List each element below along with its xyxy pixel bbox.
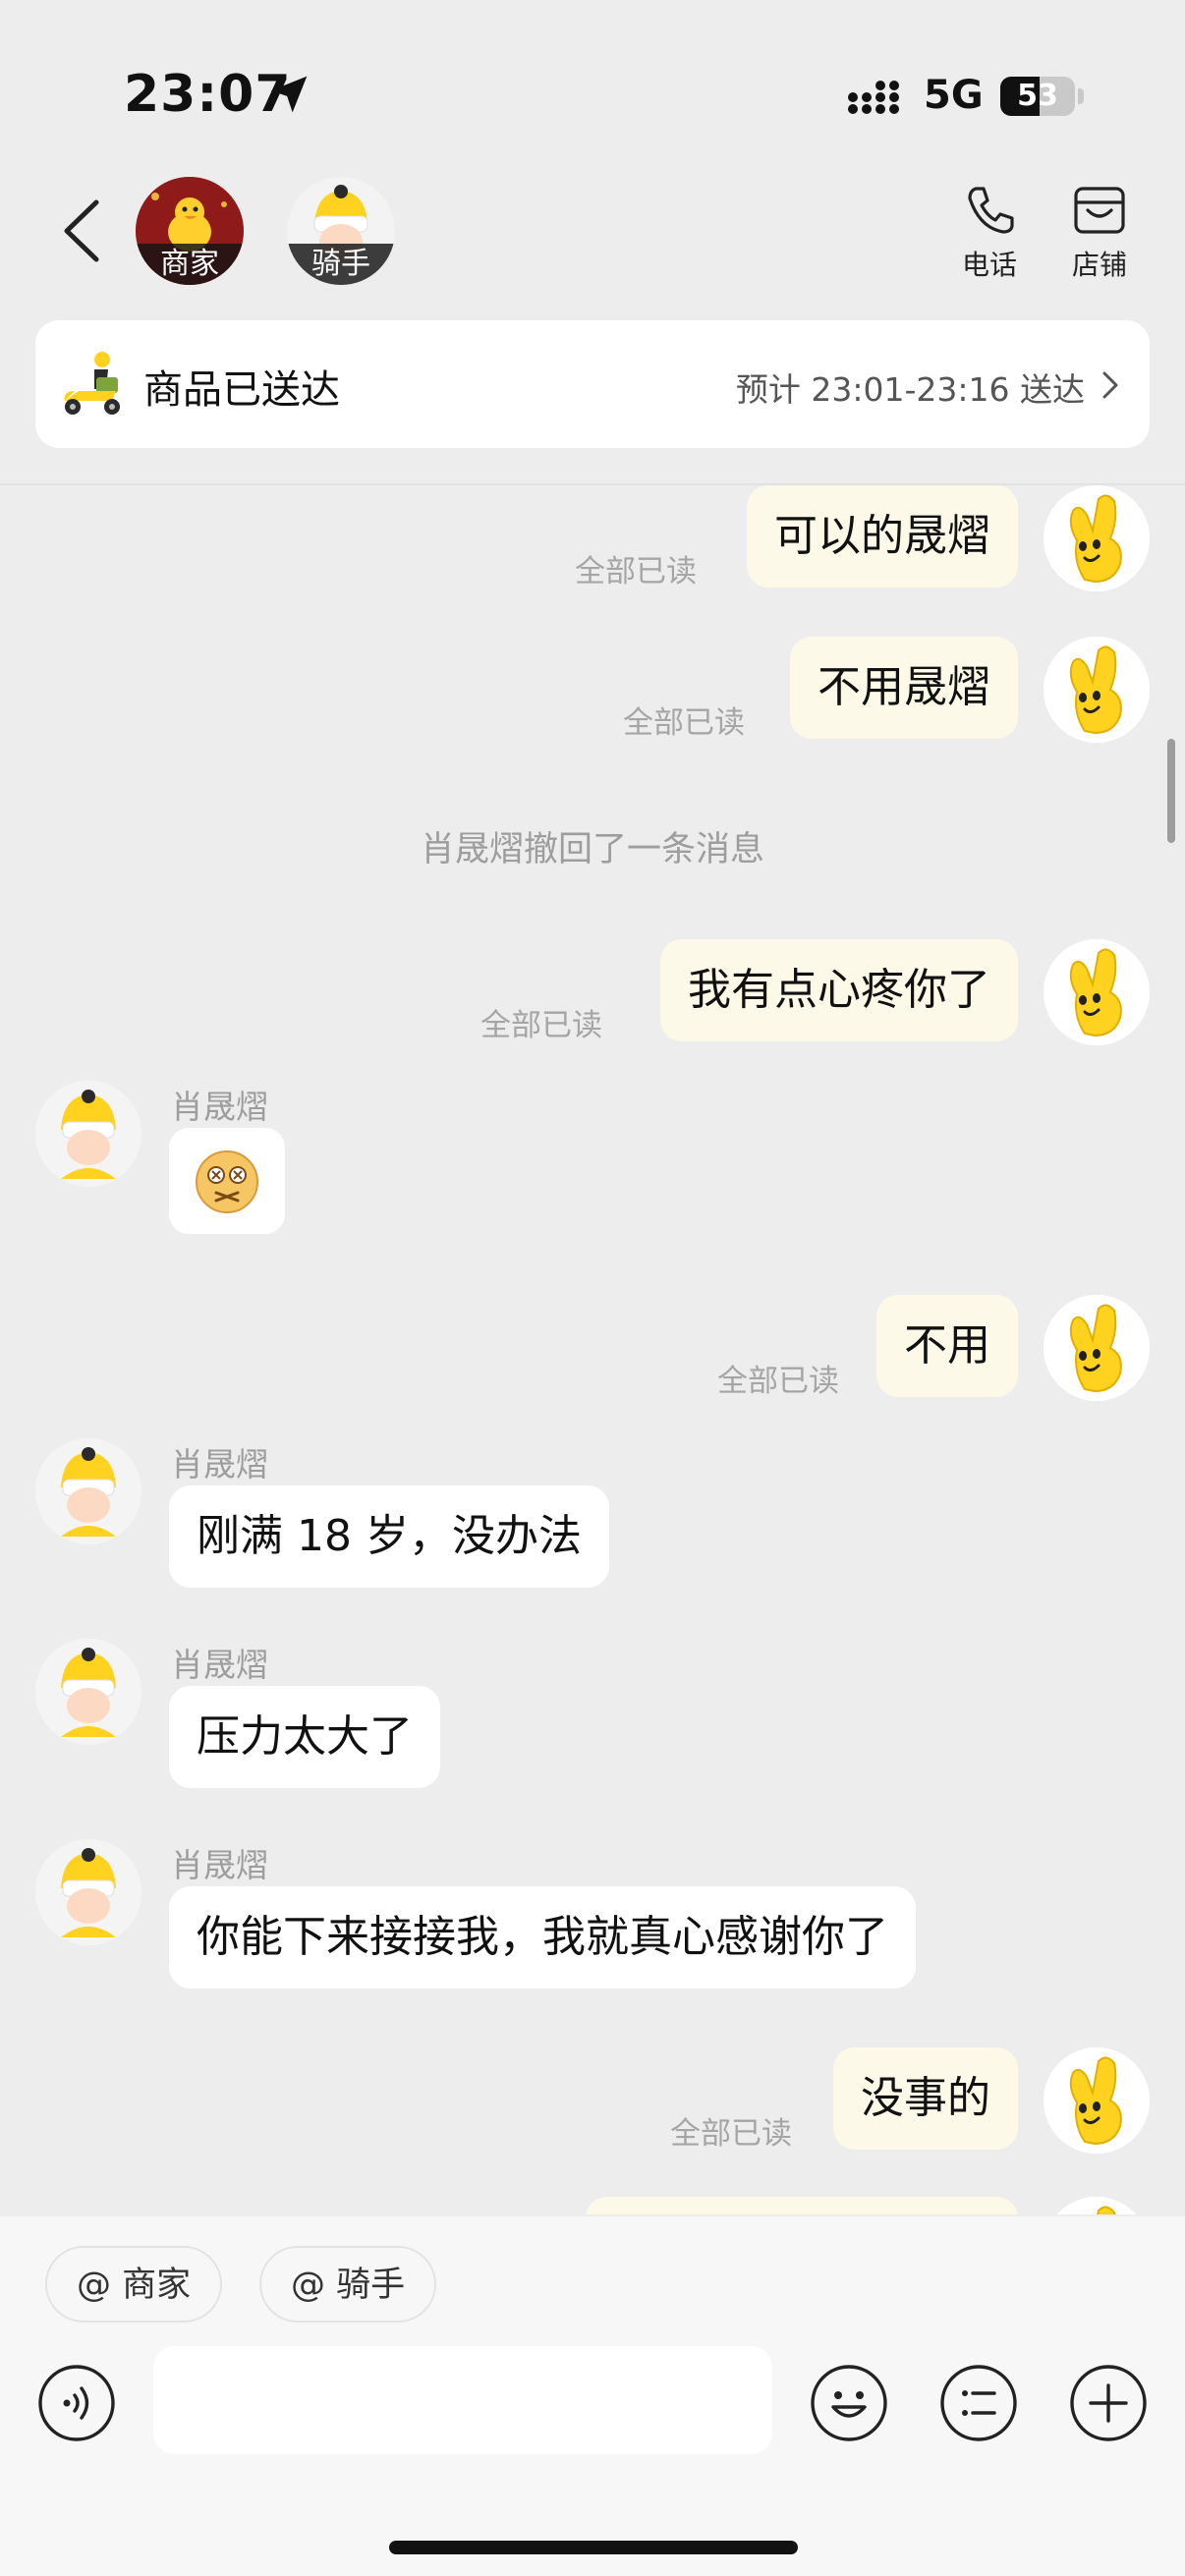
message-bubble[interactable]: 刚满 18 岁，没办法	[169, 1485, 609, 1588]
message-input[interactable]	[153, 2346, 772, 2454]
read-receipt: 全部已读	[717, 1364, 839, 1399]
message-bubble[interactable]	[169, 1128, 285, 1234]
recall-notice: 肖晟熠撤回了一条消息	[420, 830, 764, 869]
merchant-tag: 商家	[136, 244, 244, 285]
delivery-status-card[interactable]: 商品已送达 预计 23:01-23:16 送达	[35, 320, 1150, 448]
phone-label: 电话	[961, 249, 1017, 281]
network-type: 5G	[924, 73, 984, 118]
message-outgoing[interactable]: 全部已读 我有点心疼你了	[0, 939, 1185, 1067]
scroll-indicator[interactable]	[1167, 739, 1175, 843]
merchant-avatar[interactable]: 商家	[136, 177, 244, 285]
rider-face-icon	[35, 1839, 141, 1945]
message-outgoing[interactable]: 全部已读 不用晟熠	[0, 637, 1185, 764]
delivery-eta-text: 预计 23:01-23:16 送达	[735, 370, 1085, 409]
sender-name: 肖晟熠	[171, 1088, 268, 1126]
back-chevron-icon[interactable]	[57, 196, 106, 265]
rider-face-icon	[35, 1081, 141, 1187]
message-bubble[interactable]: 压力太大了	[169, 1686, 440, 1788]
plus-icon[interactable]	[1069, 2364, 1148, 2442]
cellular-signal-icon	[848, 81, 899, 114]
self-avatar[interactable]	[1044, 2047, 1150, 2154]
self-avatar[interactable]	[1044, 1295, 1150, 1401]
store-button[interactable]: 店铺	[1055, 181, 1144, 283]
message-bubble[interactable]: 我有点心疼你了	[660, 939, 1018, 1041]
yellow-hand-mascot-icon	[1044, 637, 1150, 743]
phone-button[interactable]: 电话	[945, 181, 1034, 283]
home-indicator[interactable]	[389, 2541, 798, 2554]
message-incoming[interactable]: 肖晟熠 刚满 18 岁，没办法	[0, 1438, 1185, 1605]
rider-face-icon	[35, 1438, 141, 1544]
self-avatar[interactable]	[1044, 2197, 1150, 2214]
self-avatar[interactable]	[1044, 939, 1150, 1045]
message-outgoing[interactable]: 全部已读 没事的	[0, 2047, 1185, 2175]
phone-icon	[968, 187, 1014, 234]
rider-avatar[interactable]	[35, 1081, 141, 1187]
rider-face-icon	[35, 1639, 141, 1745]
sender-name: 肖晟熠	[171, 1646, 268, 1684]
message-bubble[interactable]	[586, 2197, 1018, 2214]
composer-bar: @ 商家 @ 骑手	[0, 2216, 1185, 2576]
self-avatar[interactable]	[1044, 485, 1150, 591]
message-bubble[interactable]: 不用晟熠	[790, 637, 1018, 739]
quick-reply-icon[interactable]	[939, 2364, 1018, 2442]
rider-tag: 骑手	[287, 244, 395, 285]
mention-rider-chip[interactable]: @ 骑手	[259, 2246, 437, 2323]
message-bubble[interactable]: 不用	[876, 1295, 1018, 1397]
status-bar: 23:07 5G 53	[0, 0, 1185, 147]
rider-avatar[interactable]	[35, 1438, 141, 1544]
dizzy-face-emoji-icon	[196, 1150, 258, 1213]
delivery-status-text: 商品已送达	[143, 367, 340, 413]
voice-icon[interactable]	[37, 2364, 116, 2442]
delivery-scooter-icon	[64, 352, 120, 415]
battery-icon: 53	[1000, 77, 1075, 116]
message-bubble[interactable]: 没事的	[833, 2047, 1018, 2150]
read-receipt: 全部已读	[575, 554, 697, 589]
message-outgoing[interactable]: 全部已读 不用	[0, 1295, 1185, 1423]
message-bubble[interactable]: 你能下来接接我，我就真心感谢你了	[169, 1886, 916, 1988]
battery-cap	[1078, 88, 1084, 104]
yellow-hand-mascot-icon	[1044, 1295, 1150, 1401]
status-time: 23:07	[124, 65, 292, 124]
read-receipt: 全部已读	[480, 1008, 602, 1043]
read-receipt: 全部已读	[670, 2116, 792, 2152]
yellow-hand-mascot-icon	[1044, 485, 1150, 591]
message-outgoing[interactable]: 全部已读 可以的晟熠	[0, 485, 1185, 613]
yellow-hand-mascot-icon	[1044, 2197, 1150, 2214]
read-receipt: 全部已读	[623, 705, 745, 741]
sender-name: 肖晟熠	[171, 1846, 268, 1884]
yellow-hand-mascot-icon	[1044, 939, 1150, 1045]
mention-merchant-chip[interactable]: @ 商家	[45, 2246, 223, 2323]
message-incoming[interactable]: 肖晟熠 你能下来接接我，我就真心感谢你了	[0, 1839, 1185, 2006]
sender-name: 肖晟熠	[171, 1445, 268, 1484]
yellow-hand-mascot-icon	[1044, 2047, 1150, 2154]
chat-list[interactable]: 全部已读 可以的晟熠 全部已读 不用晟熠 肖晟熠撤回了一条消息 全部已读 我有点…	[0, 485, 1185, 2214]
self-avatar[interactable]	[1044, 637, 1150, 743]
rider-avatar[interactable]: 骑手	[287, 177, 395, 285]
message-incoming[interactable]: 肖晟熠 压力太大了	[0, 1639, 1185, 1806]
battery-percent: 53	[1017, 79, 1058, 113]
store-label: 店铺	[1071, 249, 1127, 281]
rider-avatar[interactable]	[35, 1839, 141, 1945]
store-icon	[1074, 187, 1125, 234]
message-bubble[interactable]: 可以的晟熠	[747, 485, 1018, 588]
chevron-right-icon	[1102, 371, 1118, 399]
location-arrow-icon	[270, 76, 308, 113]
rider-avatar[interactable]	[35, 1639, 141, 1745]
message-incoming[interactable]: 肖晟熠	[0, 1081, 1185, 1248]
message-outgoing-partial[interactable]	[0, 2197, 1185, 2214]
emoji-icon[interactable]	[810, 2364, 888, 2442]
